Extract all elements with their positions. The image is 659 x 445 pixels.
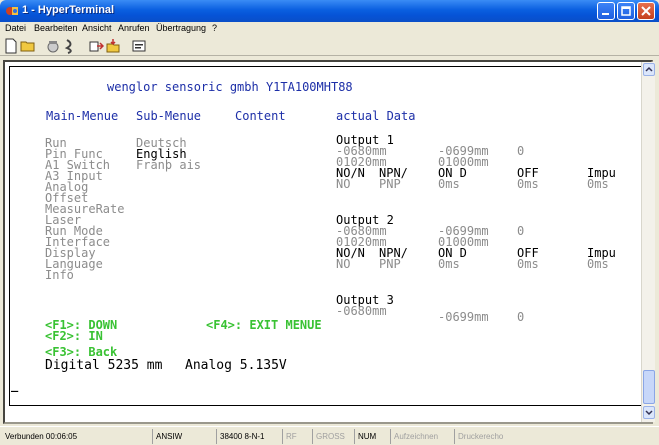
status-connection-time: Verbunden 00:06:05 [5,432,78,441]
menu-datei[interactable]: Datei [5,23,26,33]
menu-item-info: Info [45,268,74,282]
column-actual-data: actual Data [336,109,416,123]
output-2-value: PNP [379,257,401,271]
output-2-value: 0ms [438,257,460,271]
window-title: 1 - HyperTerminal [22,4,115,16]
terminal-cursor: _ [11,378,19,392]
column-content: Content [235,109,286,123]
open-folder-icon[interactable] [20,38,36,54]
menu-anrufen[interactable]: Anrufen [118,23,150,33]
connect-icon[interactable] [45,38,61,54]
vertical-scrollbar[interactable] [641,62,655,422]
status-emulation: ANSIW [152,429,216,444]
key-hint-f4: <F4>: EXIT MENUE [206,318,322,332]
output-3-value: 0 [517,310,525,324]
properties-icon[interactable] [131,38,147,54]
status-bar: Verbunden 00:06:05 ANSIW 38400 8-N-1 RF … [0,426,659,445]
status-num: NUM [354,429,390,444]
output-1-value: 0 [517,144,525,158]
minimize-icon [602,13,609,15]
terminal-screen[interactable]: wenglor sensoric gmbh Y1TA100MHT88 Main-… [5,62,641,422]
menu-uebertragung[interactable]: Übertragung [156,23,206,33]
chevron-down-icon [645,410,653,416]
output-1-value: 0ms [587,177,609,191]
output-1-value: PNP [379,177,401,191]
maximize-icon [621,6,631,16]
key-hint-f2: <F2>: IN [45,329,103,343]
status-caps: GROSS [312,429,354,444]
minimize-button[interactable] [597,2,615,20]
menu-ansicht[interactable]: Ansicht [82,23,112,33]
scroll-down-button[interactable] [643,406,655,419]
menu-help[interactable]: ? [212,23,217,33]
chevron-up-icon [645,66,653,72]
close-icon [641,6,651,16]
send-icon[interactable] [88,38,104,54]
output-1-value: 0ms [517,177,539,191]
digital-readout: Digital 5235 mm [45,358,163,373]
output-3-value: -0699mm [438,310,489,324]
status-port-settings: 38400 8-N-1 [216,429,282,444]
title-bar[interactable]: 1 - HyperTerminal [0,0,659,22]
submenu-item-francais: Franþ ais [136,158,202,172]
status-rf: RF [282,429,312,444]
column-main-menu: Main-Menue [46,109,119,123]
toolbar [0,36,659,56]
key-hint-f3: <F3>: Back [45,345,118,359]
menu-bar: Datei Bearbeiten Ansicht Anrufen Übertra… [0,22,659,36]
analog-readout: Analog 5.135V [185,358,287,373]
status-capture: Aufzeichnen [390,429,454,444]
device-title: wenglor sensoric gmbh Y1TA100MHT88 [107,80,353,94]
hyperterminal-phone-icon [6,7,18,15]
column-sub-menu: Sub-Menue [136,109,202,123]
receive-icon[interactable] [105,38,121,54]
maximize-button[interactable] [617,2,635,20]
output-2-value: 0 [517,224,525,238]
close-button[interactable] [637,2,655,20]
menu-bearbeiten[interactable]: Bearbeiten [34,23,78,33]
new-document-icon[interactable] [3,38,19,54]
output-2-value: 0ms [517,257,539,271]
output-1-value: NO [336,177,351,191]
output-3-value: -0680mm [336,304,387,318]
output-2-value: 0ms [587,257,609,271]
terminal-frame: wenglor sensoric gmbh Y1TA100MHT88 Main-… [3,60,655,424]
scroll-thumb[interactable] [643,370,655,404]
output-2-value: NO [336,257,351,271]
output-1-value: 0ms [438,177,460,191]
scroll-up-button[interactable] [643,63,655,76]
disconnect-icon[interactable] [62,38,78,54]
status-print-echo: Druckerecho [454,429,524,444]
